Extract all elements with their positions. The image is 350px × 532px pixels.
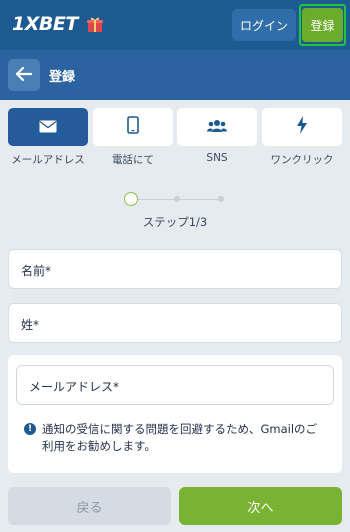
tab-label-one-click[interactable]: ワンクリック — [257, 152, 347, 167]
login-button[interactable]: ログイン — [232, 9, 296, 41]
step-connector — [138, 198, 174, 200]
top-bar: 1XBET ログイン — [0, 0, 350, 50]
next-button[interactable]: 次へ — [179, 487, 342, 525]
tab-phone[interactable] — [93, 108, 173, 146]
last-name-placeholder: 姓* — [21, 318, 40, 332]
arrow-left-icon — [15, 66, 33, 85]
step-label: ステップ1/3 — [142, 215, 208, 229]
step-connector — [180, 198, 218, 200]
register-button[interactable]: 登録 — [302, 8, 343, 42]
tab-label-phone[interactable]: 電話にて — [88, 152, 178, 167]
page-title: 登録 — [49, 70, 76, 85]
step-indicator — [218, 196, 224, 202]
logo-text: 1XBET — [12, 13, 78, 35]
people-icon — [207, 118, 227, 137]
notice-text: 通知の受信に関する問題を回避するため、Gmailのご利用をお勧めします。 — [42, 422, 318, 453]
logo[interactable]: 1XBET — [12, 12, 104, 36]
email-field[interactable]: メールアドレス* — [16, 365, 334, 405]
tab-email[interactable] — [8, 108, 88, 146]
tab-label-sns[interactable]: SNS — [172, 152, 262, 164]
step-indicator-current — [124, 192, 138, 206]
step-indicator — [174, 196, 180, 202]
info-icon: ! — [24, 423, 36, 435]
back-button[interactable]: 戻る — [8, 487, 171, 525]
gmail-notice: ! 通知の受信に関する問題を回避するため、Gmailのご利用をお勧めします。 — [24, 421, 328, 455]
email-card: メールアドレス* ! 通知の受信に関する問題を回避するため、Gmailのご利用を… — [8, 355, 342, 473]
back-arrow-button[interactable] — [8, 59, 40, 91]
first-name-placeholder: 名前* — [21, 264, 52, 278]
mail-icon — [39, 118, 57, 137]
phone-icon — [127, 116, 139, 138]
sub-header: 登録 — [0, 50, 350, 100]
last-name-field[interactable]: 姓* — [8, 303, 342, 343]
tab-one-click[interactable] — [262, 108, 342, 146]
tab-label-email[interactable]: メールアドレス — [3, 152, 93, 167]
lightning-icon — [296, 116, 308, 138]
first-name-field[interactable]: 名前* — [8, 249, 342, 289]
gift-icon[interactable] — [86, 15, 104, 33]
email-placeholder: メールアドレス* — [29, 380, 120, 394]
tab-sns[interactable] — [177, 108, 257, 146]
